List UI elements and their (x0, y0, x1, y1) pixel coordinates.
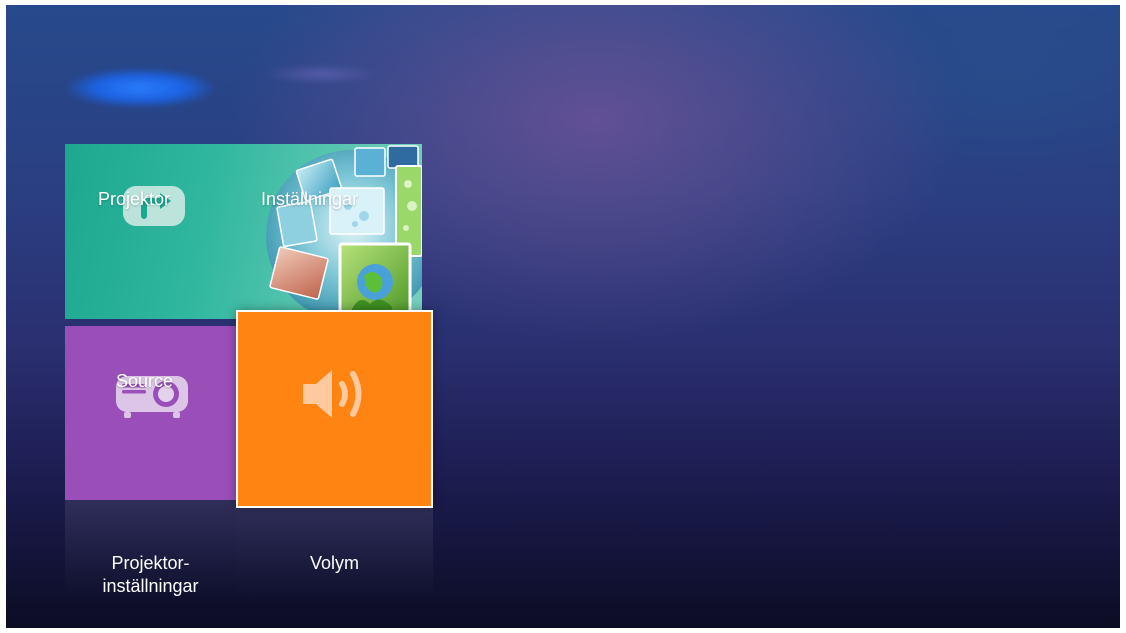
projector-settings-caption-line2: inställningar (102, 576, 199, 596)
speaker-icon (303, 370, 362, 418)
volume-caption: Volym (309, 553, 360, 573)
volume-tile[interactable] (236, 310, 433, 508)
blue-glow-decoration (68, 69, 213, 107)
settings-tile-label-left: Projektor (98, 189, 171, 209)
faint-glow-decoration (266, 65, 376, 83)
globe-photo-collage-icon (266, 145, 422, 319)
projector-home-screen: Projektor Inställningar Source Projektor… (6, 5, 1120, 628)
settings-tile-label-right: Inställningar (261, 189, 359, 209)
projector-settings-tile[interactable]: Projektor Inställningar (65, 144, 422, 319)
source-tile[interactable]: Source (65, 326, 236, 500)
source-tile-label: Source (116, 371, 174, 391)
projector-settings-caption-line1: Projektor- (111, 553, 190, 573)
projector-settings-caption: Projektor- inställningar (65, 552, 236, 598)
